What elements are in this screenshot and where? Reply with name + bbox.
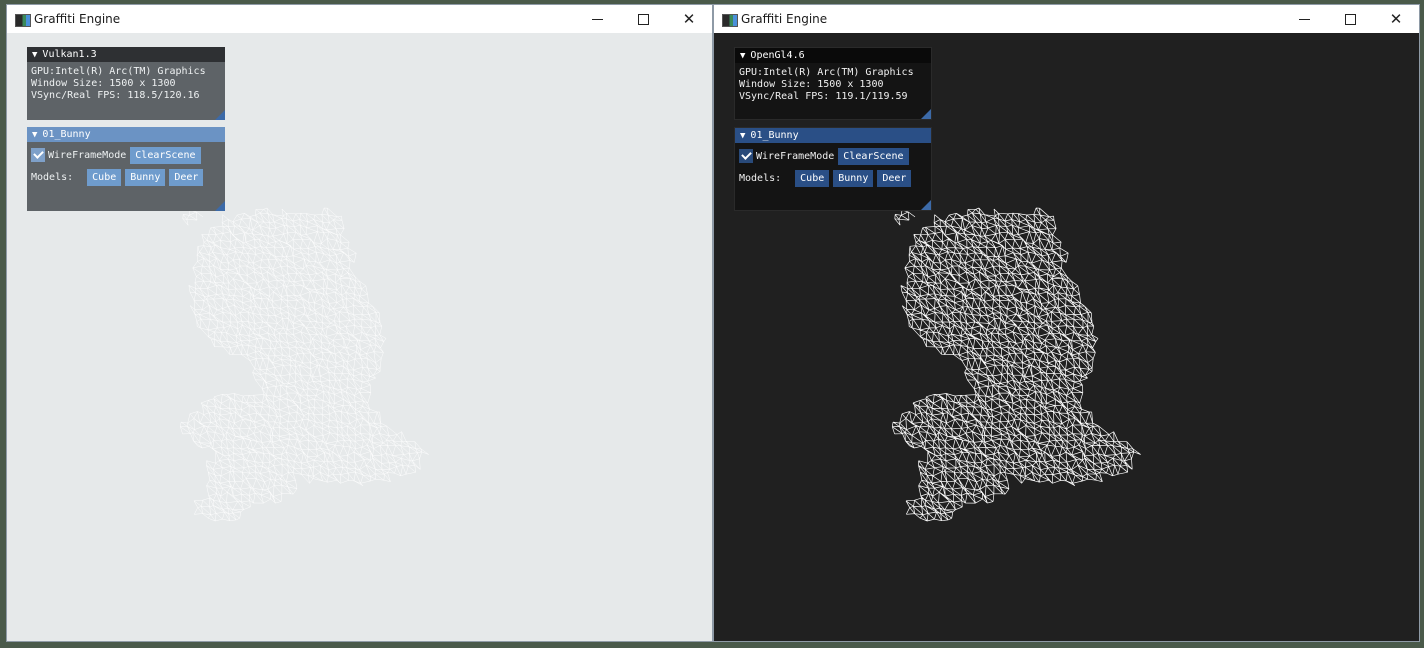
- maximize-button[interactable]: [1327, 5, 1373, 33]
- wireframe-checkbox[interactable]: [739, 149, 753, 163]
- engine-window-opengl: Graffiti Engine ✕ ▼ OpenGl4.6 GPU:Intel(R…: [713, 4, 1420, 642]
- wireframe-mesh: [891, 207, 1141, 522]
- render-viewport[interactable]: ▼ OpenGl4.6 GPU:Intel(R) Arc(TM) Graphics…: [714, 33, 1419, 641]
- model-cube-button[interactable]: Cube: [795, 169, 830, 187]
- close-button[interactable]: ✕: [1373, 5, 1419, 33]
- minimize-button[interactable]: [574, 5, 620, 33]
- maximize-icon: [1344, 13, 1356, 25]
- scene-panel: ▼ 01_Bunny WireFrameMode ClearScene Model…: [734, 127, 932, 211]
- models-label: Models:: [31, 171, 74, 183]
- scene-panel: ▼ 01_Bunny WireFrameMode ClearScene Model…: [27, 127, 225, 211]
- resize-grip[interactable]: [921, 200, 931, 210]
- wireframe-mesh: [180, 207, 429, 522]
- render-viewport[interactable]: ▼ Vulkan1.3 GPU:Intel(R) Arc(TM) Graphics…: [7, 33, 712, 641]
- renderer-info-header[interactable]: ▼ OpenGl4.6: [735, 48, 931, 63]
- fps-label: VSync/Real FPS: 119.1/119.59: [739, 91, 908, 102]
- title-bar[interactable]: Graffiti Engine ✕: [714, 5, 1419, 33]
- wireframe-label[interactable]: WireFrameMode: [48, 150, 126, 161]
- resize-grip[interactable]: [921, 109, 931, 119]
- window-title: Graffiti Engine: [34, 12, 121, 26]
- resize-grip[interactable]: [215, 110, 225, 120]
- bunny-wireframe: [180, 207, 429, 522]
- renderer-info-header[interactable]: ▼ Vulkan1.3: [27, 47, 225, 62]
- checkmark-icon: [740, 149, 752, 160]
- wireframe-checkbox[interactable]: [31, 148, 45, 162]
- model-bunny-button[interactable]: Bunny: [125, 168, 166, 186]
- collapse-arrow-icon[interactable]: ▼: [32, 48, 37, 63]
- minimize-button[interactable]: [1281, 5, 1327, 33]
- model-bunny-button[interactable]: Bunny: [833, 169, 874, 187]
- models-label: Models:: [739, 172, 782, 184]
- collapse-arrow-icon[interactable]: ▼: [740, 49, 745, 64]
- window-size-label: Window Size: 1500 x 1300: [31, 78, 176, 89]
- checkmark-icon: [32, 148, 44, 159]
- api-version: Vulkan1.3: [42, 49, 97, 60]
- collapse-arrow-icon[interactable]: ▼: [32, 128, 37, 143]
- maximize-icon: [637, 13, 649, 25]
- resize-grip[interactable]: [215, 201, 225, 211]
- engine-window-vulkan: Graffiti Engine ✕ ▼ Vulkan1.3 GPU:Intel(R…: [6, 4, 713, 642]
- wireframe-label[interactable]: WireFrameMode: [756, 151, 834, 162]
- window-size-label: Window Size: 1500 x 1300: [739, 79, 884, 90]
- close-icon: ✕: [1389, 10, 1403, 28]
- model-cube-button[interactable]: Cube: [87, 168, 122, 186]
- gpu-label: GPU:Intel(R) Arc(TM) Graphics: [31, 66, 206, 77]
- scene-panel-title: 01_Bunny: [42, 129, 91, 140]
- model-deer-button[interactable]: Deer: [169, 168, 204, 186]
- fps-label: VSync/Real FPS: 118.5/120.16: [31, 90, 200, 101]
- renderer-info-panel: ▼ Vulkan1.3 GPU:Intel(R) Arc(TM) Graphics…: [27, 47, 225, 120]
- minimize-icon: [591, 18, 603, 20]
- bunny-wireframe: [891, 207, 1141, 522]
- clear-scene-button[interactable]: ClearScene: [130, 146, 201, 164]
- scene-panel-title: 01_Bunny: [750, 130, 799, 141]
- close-button[interactable]: ✕: [666, 5, 712, 33]
- maximize-button[interactable]: [620, 5, 666, 33]
- renderer-info-panel: ▼ OpenGl4.6 GPU:Intel(R) Arc(TM) Graphics…: [734, 47, 932, 120]
- title-bar[interactable]: Graffiti Engine ✕: [7, 5, 712, 33]
- api-version: OpenGl4.6: [750, 50, 805, 61]
- clear-scene-button[interactable]: ClearScene: [838, 147, 909, 165]
- model-deer-button[interactable]: Deer: [877, 169, 912, 187]
- minimize-icon: [1298, 18, 1310, 20]
- app-icon: [15, 14, 31, 27]
- close-icon: ✕: [682, 10, 696, 28]
- scene-panel-header[interactable]: ▼ 01_Bunny: [735, 128, 931, 143]
- window-title: Graffiti Engine: [741, 12, 828, 26]
- scene-panel-header[interactable]: ▼ 01_Bunny: [27, 127, 225, 142]
- app-icon: [722, 14, 738, 27]
- collapse-arrow-icon[interactable]: ▼: [740, 129, 745, 144]
- gpu-label: GPU:Intel(R) Arc(TM) Graphics: [739, 67, 914, 78]
